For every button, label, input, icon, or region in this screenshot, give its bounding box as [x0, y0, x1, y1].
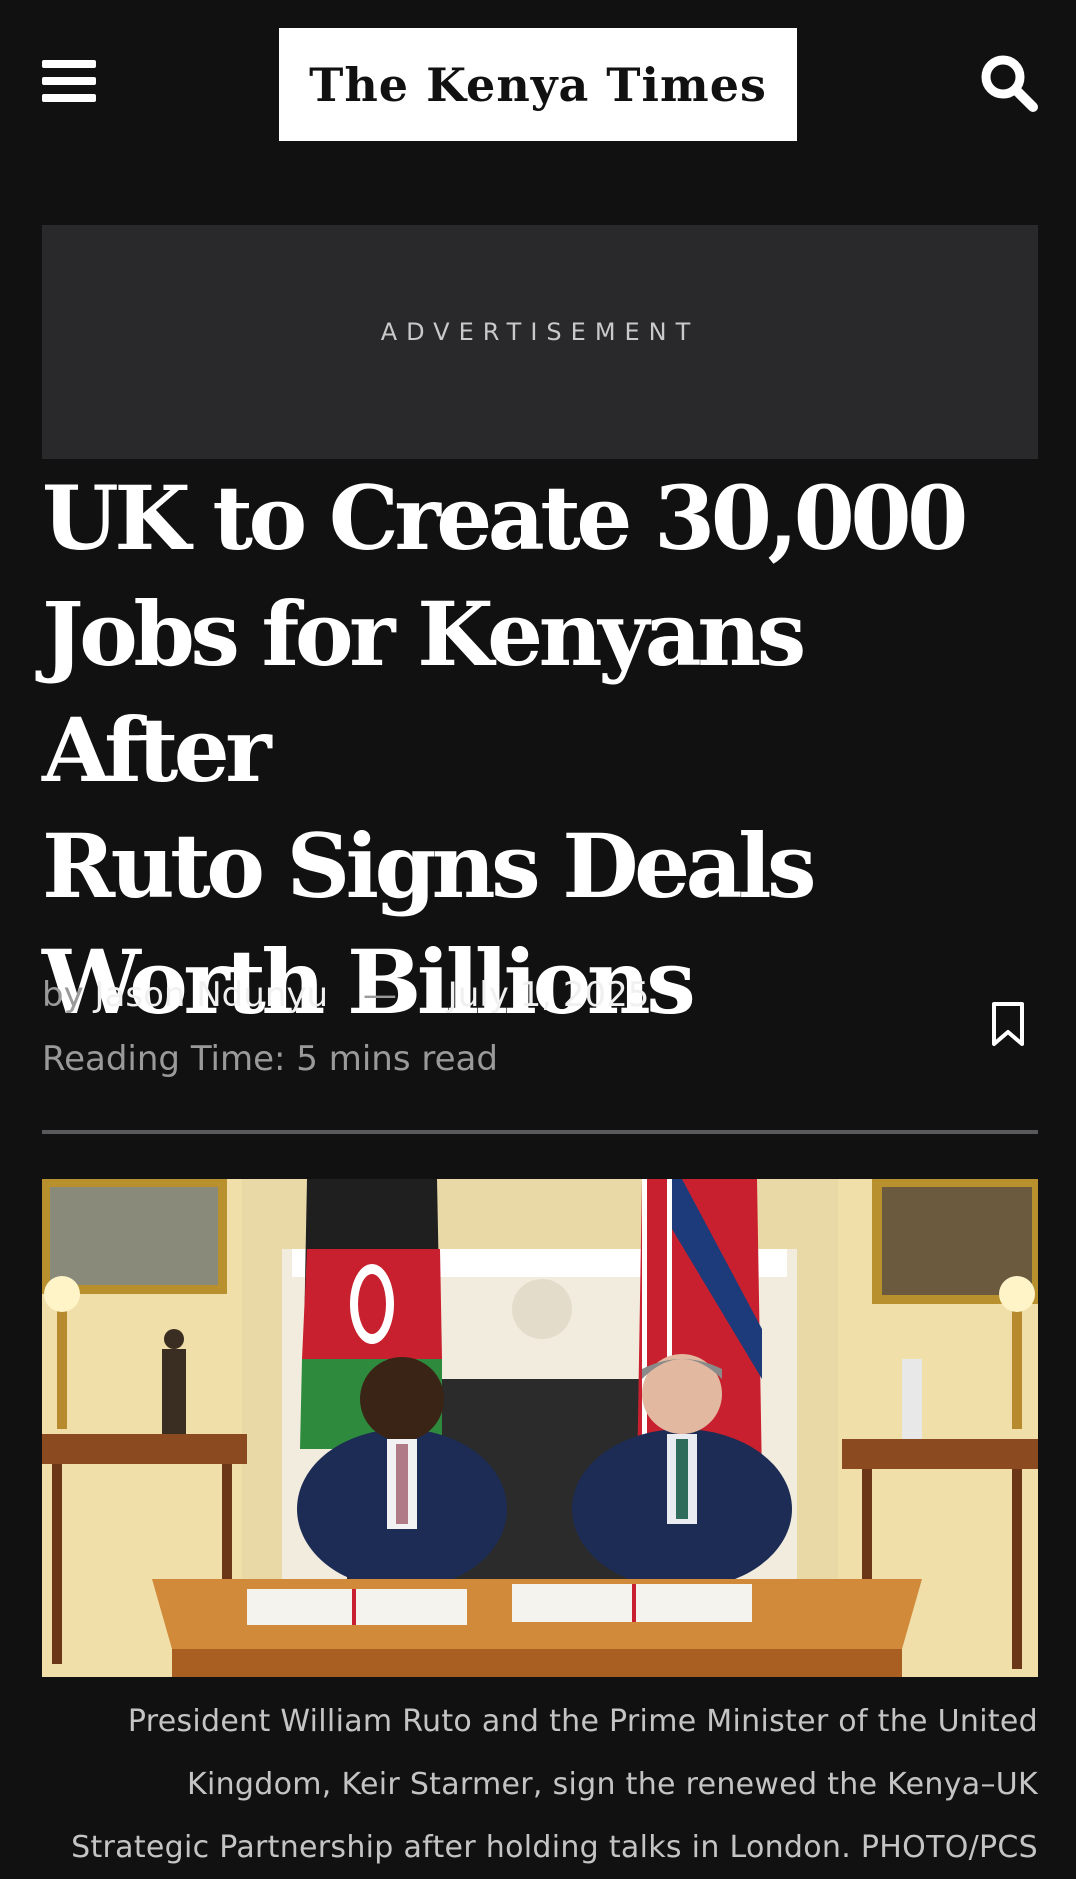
featured-image-illustration: [42, 1179, 1038, 1677]
article-title-line: Jobs for Kenyans After: [42, 582, 806, 802]
logo-text: The Kenya Times: [309, 57, 767, 112]
author-link[interactable]: Jason Ndunyu: [95, 975, 329, 1015]
advertisement-label: ADVERTISEMENT: [380, 318, 700, 346]
advertisement-slot[interactable]: ADVERTISEMENT: [42, 225, 1038, 459]
image-caption: President William Ruto and the Prime Min…: [71, 1704, 1038, 1865]
publish-date: July 1, 2025: [447, 975, 650, 1015]
search-icon[interactable]: [978, 52, 1040, 114]
site-header: The Kenya Times: [0, 0, 1076, 170]
byline-separator: —: [362, 975, 397, 1015]
featured-image[interactable]: [42, 1179, 1038, 1677]
article-byline: by Jason Ndunyu — July 1, 2025: [42, 972, 649, 1018]
reading-time: Reading Time: 5 mins read: [42, 1039, 498, 1079]
site-logo[interactable]: The Kenya Times: [279, 28, 797, 141]
article-title-line: UK to Create 30,000: [42, 466, 968, 570]
divider: [42, 1130, 1038, 1134]
article-title: UK to Create 30,000 Jobs for Kenyans Aft…: [42, 460, 1052, 1040]
bookmark-icon[interactable]: [988, 1000, 1028, 1048]
article-title-line: Ruto Signs Deals: [42, 814, 817, 918]
hamburger-menu-icon[interactable]: [42, 58, 96, 104]
by-prefix: by: [42, 975, 84, 1015]
